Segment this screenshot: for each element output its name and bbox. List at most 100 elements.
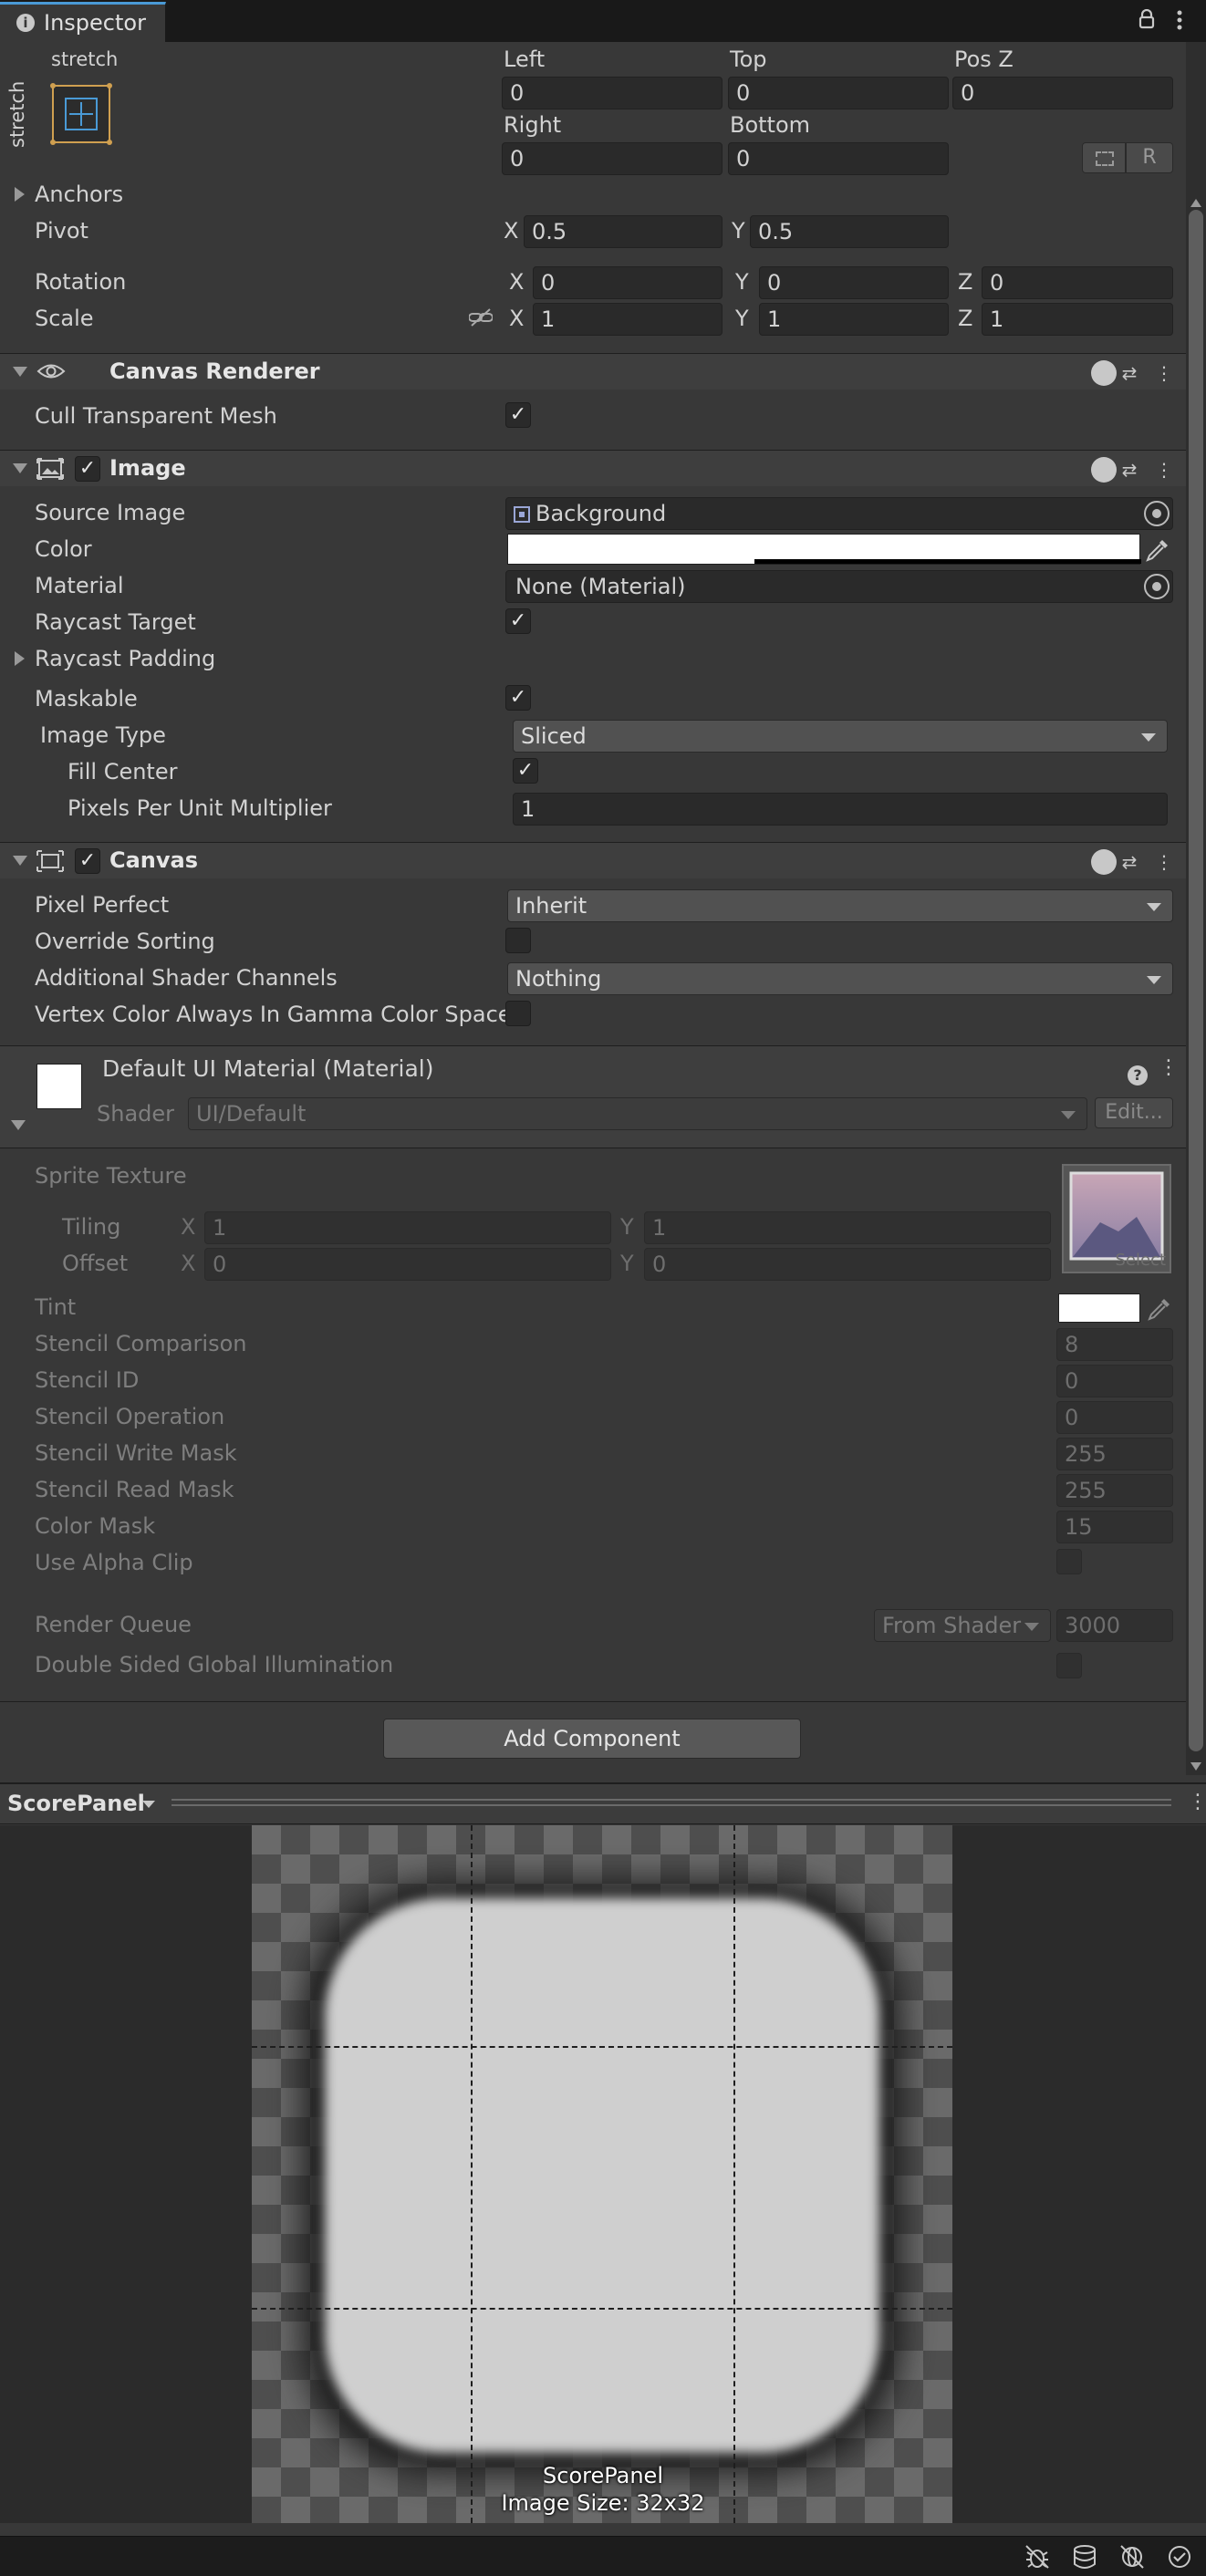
canvas-header[interactable]: ✓ Canvas ? ⇄ ⋮ [0, 842, 1186, 878]
check-circle-icon[interactable] [1166, 2543, 1193, 2571]
blueprint-mode-button[interactable] [1082, 142, 1126, 173]
render-queue-dropdown[interactable]: From Shader [874, 1609, 1051, 1642]
help-icon[interactable]: ? [1128, 1060, 1148, 1085]
fill-center-checkbox[interactable]: ✓ [513, 758, 538, 784]
material-prop-field[interactable]: 0 [1056, 1365, 1173, 1397]
tiling-y-field[interactable]: 1 [644, 1211, 1051, 1244]
anchors-label[interactable]: Anchors [35, 181, 123, 208]
component-menu-icon[interactable]: ⋮ [1151, 457, 1177, 483]
tiling-x-field[interactable]: 1 [204, 1211, 611, 1244]
shader-edit-button[interactable]: Edit... [1095, 1097, 1173, 1128]
maskable-checkbox[interactable]: ✓ [505, 685, 531, 711]
eyedropper-icon[interactable] [1146, 1295, 1173, 1323]
add-component-button[interactable]: Add Component [383, 1719, 801, 1759]
scale-y-field[interactable]: 1 [759, 303, 949, 336]
left-field[interactable]: 0 [502, 77, 723, 109]
material-field[interactable]: None (Material) [505, 570, 1173, 603]
scroll-down-arrow[interactable] [1190, 1762, 1201, 1771]
scrollbar-thumb[interactable] [1189, 210, 1203, 1751]
scale-x-field[interactable]: 1 [533, 303, 723, 336]
material-picker-icon[interactable] [1144, 574, 1170, 599]
raycast-target-checkbox[interactable]: ✓ [505, 608, 531, 634]
help-icon[interactable]: ? [1082, 457, 1117, 483]
image-enabled-checkbox[interactable]: ✓ [75, 456, 100, 482]
cull-transparent-mesh-checkbox[interactable]: ✓ [505, 402, 531, 428]
eyedropper-icon[interactable] [1144, 536, 1171, 564]
sprite-texture-slot[interactable]: Select [1062, 1164, 1171, 1273]
presets-icon[interactable]: ⇄ [1117, 360, 1142, 386]
constrain-proportions-icon[interactable] [468, 306, 494, 328]
material-foldout-arrow[interactable] [11, 1120, 26, 1130]
shader-channels-label: Additional Shader Channels [35, 965, 338, 991]
pivot-y-field[interactable]: 0.5 [750, 215, 949, 248]
pixel-perfect-dropdown[interactable]: Inherit [507, 889, 1173, 922]
material-prop-field[interactable]: 255 [1056, 1438, 1173, 1470]
shader-value: UI/Default [196, 1101, 307, 1127]
bottom-field[interactable]: 0 [728, 142, 949, 175]
presets-icon[interactable]: ⇄ [1117, 849, 1142, 875]
ppu-multiplier-field[interactable]: 1 [513, 793, 1168, 826]
color-swatch[interactable] [507, 534, 1141, 565]
tint-swatch[interactable] [1058, 1293, 1140, 1323]
select-label[interactable]: Select [1115, 1251, 1166, 1270]
material-prop-field[interactable]: 8 [1056, 1328, 1173, 1361]
scrollbar-track[interactable] [1186, 42, 1206, 1775]
scale-z-field[interactable]: 1 [982, 303, 1173, 336]
pivot-x-field[interactable]: 0.5 [524, 215, 723, 248]
component-menu-icon[interactable]: ⋮ [1159, 1056, 1179, 1079]
render-queue-field[interactable]: 3000 [1056, 1609, 1173, 1642]
kebab-menu-icon[interactable] [1175, 9, 1184, 31]
scroll-up-arrow[interactable] [1190, 199, 1201, 207]
shader-channels-dropdown[interactable]: Nothing [507, 962, 1173, 995]
image-foldout-arrow[interactable] [13, 463, 27, 473]
offset-x-field[interactable]: 0 [204, 1248, 611, 1281]
override-sorting-checkbox[interactable] [505, 928, 531, 953]
rot-y-field[interactable]: 0 [759, 266, 949, 299]
raw-edit-button[interactable]: R [1126, 142, 1173, 173]
component-menu-icon[interactable]: ⋮ [1151, 360, 1177, 386]
rot-x-field[interactable]: 0 [533, 266, 723, 299]
presets-icon[interactable]: ⇄ [1117, 457, 1142, 483]
rot-z-field[interactable]: 0 [982, 266, 1173, 299]
offset-y-field[interactable]: 0 [644, 1248, 1051, 1281]
raycast-padding-label[interactable]: Raycast Padding [35, 645, 215, 672]
top-field[interactable]: 0 [728, 77, 949, 109]
vertex-color-checkbox[interactable] [505, 1001, 531, 1026]
help-icon[interactable]: ? [1082, 360, 1117, 386]
tab-inspector[interactable]: i Inspector [0, 2, 166, 42]
material-preview-swatch[interactable] [36, 1064, 82, 1109]
preview-title-dropdown[interactable]: ScorePanel [7, 1788, 155, 1819]
source-image-field[interactable]: Background [505, 497, 1173, 530]
lock-icon[interactable] [1138, 8, 1155, 29]
material-prop-field[interactable]: 15 [1056, 1511, 1173, 1543]
raycast-padding-foldout-arrow[interactable] [15, 651, 25, 666]
rot-y-axis: Y [735, 269, 749, 295]
material-prop-field[interactable]: 255 [1056, 1474, 1173, 1507]
canvas-foldout-arrow[interactable] [13, 856, 27, 866]
canvas-renderer-header[interactable]: Canvas Renderer ? ⇄ ⋮ [0, 353, 1186, 390]
anchors-foldout-arrow[interactable] [15, 187, 25, 202]
right-field[interactable]: 0 [502, 142, 723, 175]
image-type-label: Image Type [40, 722, 166, 748]
preview-menu-icon[interactable]: ⋮ [1188, 1791, 1206, 1813]
preview-title: ScorePanel [7, 1791, 145, 1816]
debug-icon[interactable] [1024, 2543, 1051, 2571]
network-off-icon[interactable] [1118, 2543, 1146, 2571]
dsgi-checkbox[interactable] [1056, 1653, 1082, 1678]
database-icon[interactable] [1071, 2543, 1098, 2571]
canvas-enabled-checkbox[interactable]: ✓ [75, 848, 100, 874]
material-prop-field[interactable]: 0 [1056, 1401, 1173, 1434]
posz-field[interactable]: 0 [952, 77, 1173, 109]
image-header[interactable]: ✓ Image ? ⇄ ⋮ [0, 450, 1186, 486]
help-icon[interactable]: ? [1082, 849, 1117, 875]
bottom-label: Bottom [730, 112, 811, 138]
shader-dropdown[interactable]: UI/Default [188, 1097, 1087, 1130]
image-type-dropdown[interactable]: Sliced [513, 720, 1168, 753]
component-menu-icon[interactable]: ⋮ [1151, 849, 1177, 875]
use-alpha-clip-checkbox[interactable] [1056, 1549, 1082, 1574]
anchor-presets-button[interactable] [47, 80, 115, 148]
drag-handle-lines[interactable] [172, 1799, 1171, 1806]
source-image-picker-icon[interactable] [1144, 501, 1170, 526]
canvas-renderer-foldout-arrow[interactable] [13, 367, 27, 377]
maskable-label: Maskable [35, 686, 138, 712]
